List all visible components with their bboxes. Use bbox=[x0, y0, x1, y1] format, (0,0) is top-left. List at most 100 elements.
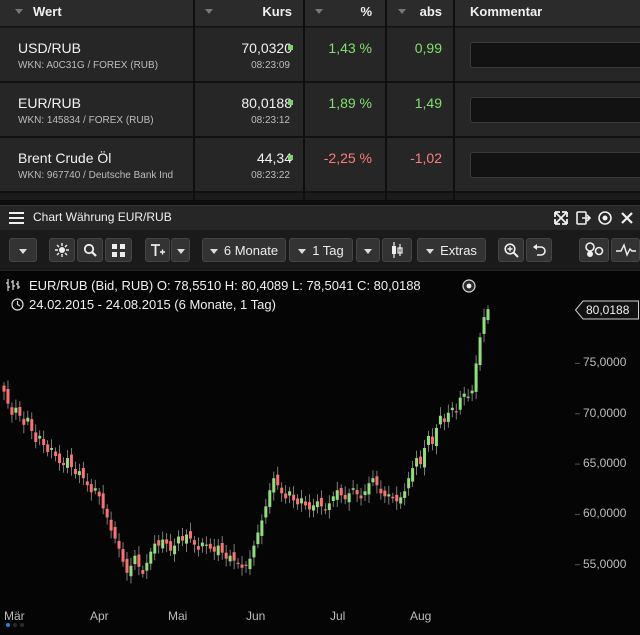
zoom-in-button[interactable] bbox=[498, 238, 524, 262]
text-tool-dropdown[interactable] bbox=[171, 238, 190, 262]
period-dropdown[interactable]: 6 Monate bbox=[202, 238, 286, 262]
candle bbox=[236, 558, 240, 569]
maximize-icon[interactable] bbox=[554, 211, 568, 225]
candle bbox=[129, 558, 133, 584]
zoom-search-button[interactable] bbox=[77, 238, 103, 262]
chevron-down-icon bbox=[426, 249, 435, 255]
extras-dropdown[interactable]: Extras bbox=[417, 238, 486, 262]
chart-style-dropdown[interactable] bbox=[356, 238, 380, 262]
chevron-down-icon bbox=[19, 249, 27, 255]
y-tick-label: 70,0000 bbox=[583, 405, 627, 420]
candle bbox=[165, 533, 169, 553]
detach-icon[interactable] bbox=[576, 211, 591, 225]
candle bbox=[363, 484, 367, 501]
candle bbox=[109, 511, 113, 539]
candle bbox=[188, 522, 192, 543]
candle bbox=[395, 486, 399, 510]
extras-label: Extras bbox=[440, 243, 477, 258]
y-tick-label: 60,0000 bbox=[583, 506, 627, 521]
header-kommentar[interactable]: Kommentar bbox=[470, 0, 542, 26]
candle bbox=[121, 542, 125, 567]
layout-grid-button[interactable] bbox=[105, 238, 132, 262]
header-abs[interactable]: abs bbox=[420, 0, 442, 26]
change-percent: -2,25 % bbox=[323, 150, 372, 166]
candle bbox=[276, 466, 280, 490]
change-absolute: 1,49 bbox=[414, 95, 442, 111]
candle bbox=[62, 457, 66, 473]
text-tool-button[interactable] bbox=[145, 238, 170, 262]
change-absolute: 0,99 bbox=[414, 40, 442, 56]
candle bbox=[42, 430, 46, 454]
header-pct[interactable]: % bbox=[360, 0, 372, 26]
table-row[interactable]: USD/RUB WKN: A0C31G / FOREX (RUB) 70,032… bbox=[0, 28, 640, 83]
candle bbox=[89, 479, 93, 501]
comment-input[interactable] bbox=[470, 152, 640, 178]
candle bbox=[232, 543, 236, 570]
candle bbox=[97, 487, 101, 505]
candle bbox=[18, 400, 22, 422]
candle bbox=[153, 535, 157, 561]
y-tick-label: 55,0000 bbox=[583, 556, 627, 571]
column-divider bbox=[303, 0, 305, 200]
candle bbox=[244, 561, 248, 573]
candle bbox=[50, 439, 54, 459]
instrument-wkn: WKN: A0C31G / FOREX (RUB) bbox=[18, 60, 159, 71]
candle bbox=[240, 556, 244, 576]
table-row[interactable]: Brent Crude Öl WKN: 967740 / Deutsche Ba… bbox=[0, 138, 640, 193]
indicator-button[interactable] bbox=[611, 238, 640, 262]
candle bbox=[117, 533, 121, 558]
comment-input[interactable] bbox=[470, 42, 640, 68]
candle bbox=[252, 540, 256, 566]
candle bbox=[30, 412, 34, 440]
menu-icon[interactable] bbox=[9, 212, 24, 224]
candle bbox=[446, 404, 450, 428]
sun-icon bbox=[55, 243, 69, 257]
candle bbox=[311, 498, 315, 518]
column-divider bbox=[385, 0, 387, 200]
candle bbox=[2, 382, 6, 401]
quote-table: Wert Kurs % abs Kommentar USD/RUB WKN: A… bbox=[0, 0, 640, 200]
candle bbox=[486, 305, 490, 324]
candle bbox=[38, 430, 42, 446]
candle bbox=[367, 476, 371, 503]
search-icon bbox=[83, 243, 97, 257]
candle bbox=[323, 503, 327, 515]
source-dots bbox=[6, 623, 28, 629]
candle bbox=[181, 527, 185, 546]
undo-icon bbox=[533, 244, 546, 256]
compare-button[interactable] bbox=[579, 238, 609, 262]
candle bbox=[248, 550, 252, 575]
candle bbox=[288, 487, 292, 504]
chart-type-dropdown[interactable] bbox=[9, 238, 37, 262]
comment-input[interactable] bbox=[470, 97, 640, 123]
undo-button[interactable] bbox=[526, 238, 552, 262]
chart-area[interactable]: EUR/RUB (Bid, RUB) O: 78,5510 H: 80,4089… bbox=[0, 271, 640, 635]
candle bbox=[81, 461, 85, 485]
candle bbox=[14, 399, 18, 420]
column-divider bbox=[193, 0, 195, 200]
candle bbox=[419, 450, 423, 469]
interval-label: 1 Tag bbox=[312, 243, 344, 258]
candle bbox=[296, 494, 300, 510]
candle bbox=[157, 535, 161, 554]
candle bbox=[26, 410, 30, 426]
candle bbox=[85, 473, 89, 492]
candle bbox=[212, 538, 216, 561]
candlestick-button[interactable] bbox=[382, 238, 412, 262]
interval-dropdown[interactable]: 1 Tag bbox=[289, 238, 353, 262]
settings-circle-icon[interactable] bbox=[598, 211, 612, 225]
candle bbox=[73, 461, 77, 479]
candle bbox=[307, 494, 311, 518]
header-wert[interactable]: Wert bbox=[33, 0, 62, 26]
crosshair-button[interactable] bbox=[49, 238, 75, 262]
price-time: 08:23:12 bbox=[251, 115, 290, 126]
change-percent: 1,89 % bbox=[328, 95, 372, 111]
candle bbox=[371, 470, 375, 487]
text-add-icon bbox=[150, 244, 165, 256]
header-kurs[interactable]: Kurs bbox=[262, 0, 292, 26]
table-row[interactable]: EUR/RUB WKN: 145834 / FOREX (RUB) 80,018… bbox=[0, 83, 640, 138]
x-tick-label: Aug bbox=[410, 609, 432, 623]
chevron-down-icon bbox=[209, 249, 218, 255]
candle bbox=[192, 536, 196, 553]
close-icon[interactable] bbox=[621, 212, 633, 224]
